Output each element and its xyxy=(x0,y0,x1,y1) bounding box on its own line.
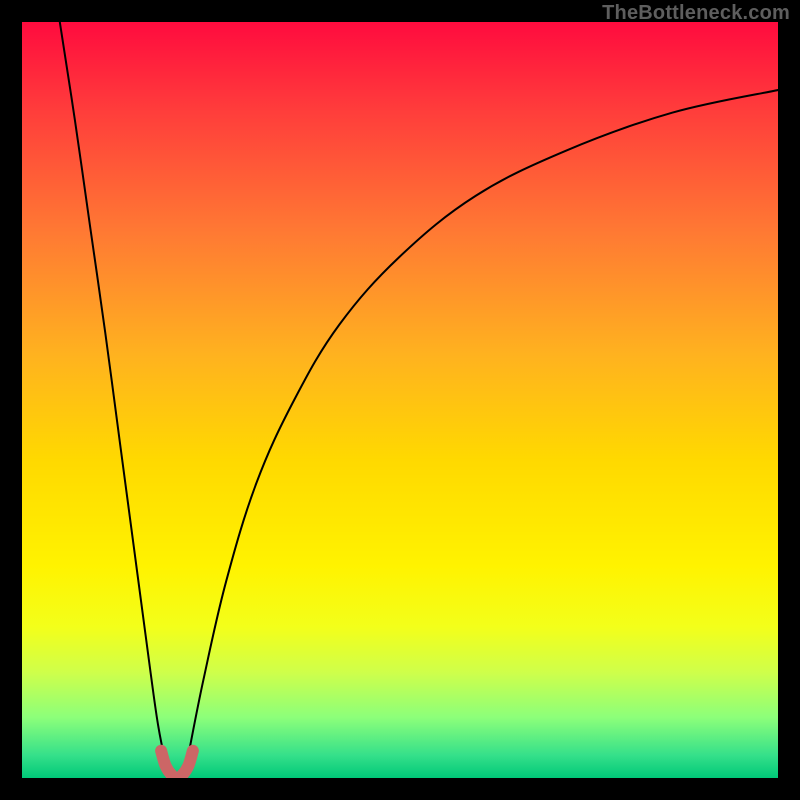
watermark-text: TheBottleneck.com xyxy=(602,2,790,25)
curve-right-branch xyxy=(184,90,778,778)
u-marker xyxy=(161,751,193,778)
chart-svg xyxy=(22,22,778,778)
curve-left-branch xyxy=(60,22,170,778)
plot-area xyxy=(22,22,778,778)
